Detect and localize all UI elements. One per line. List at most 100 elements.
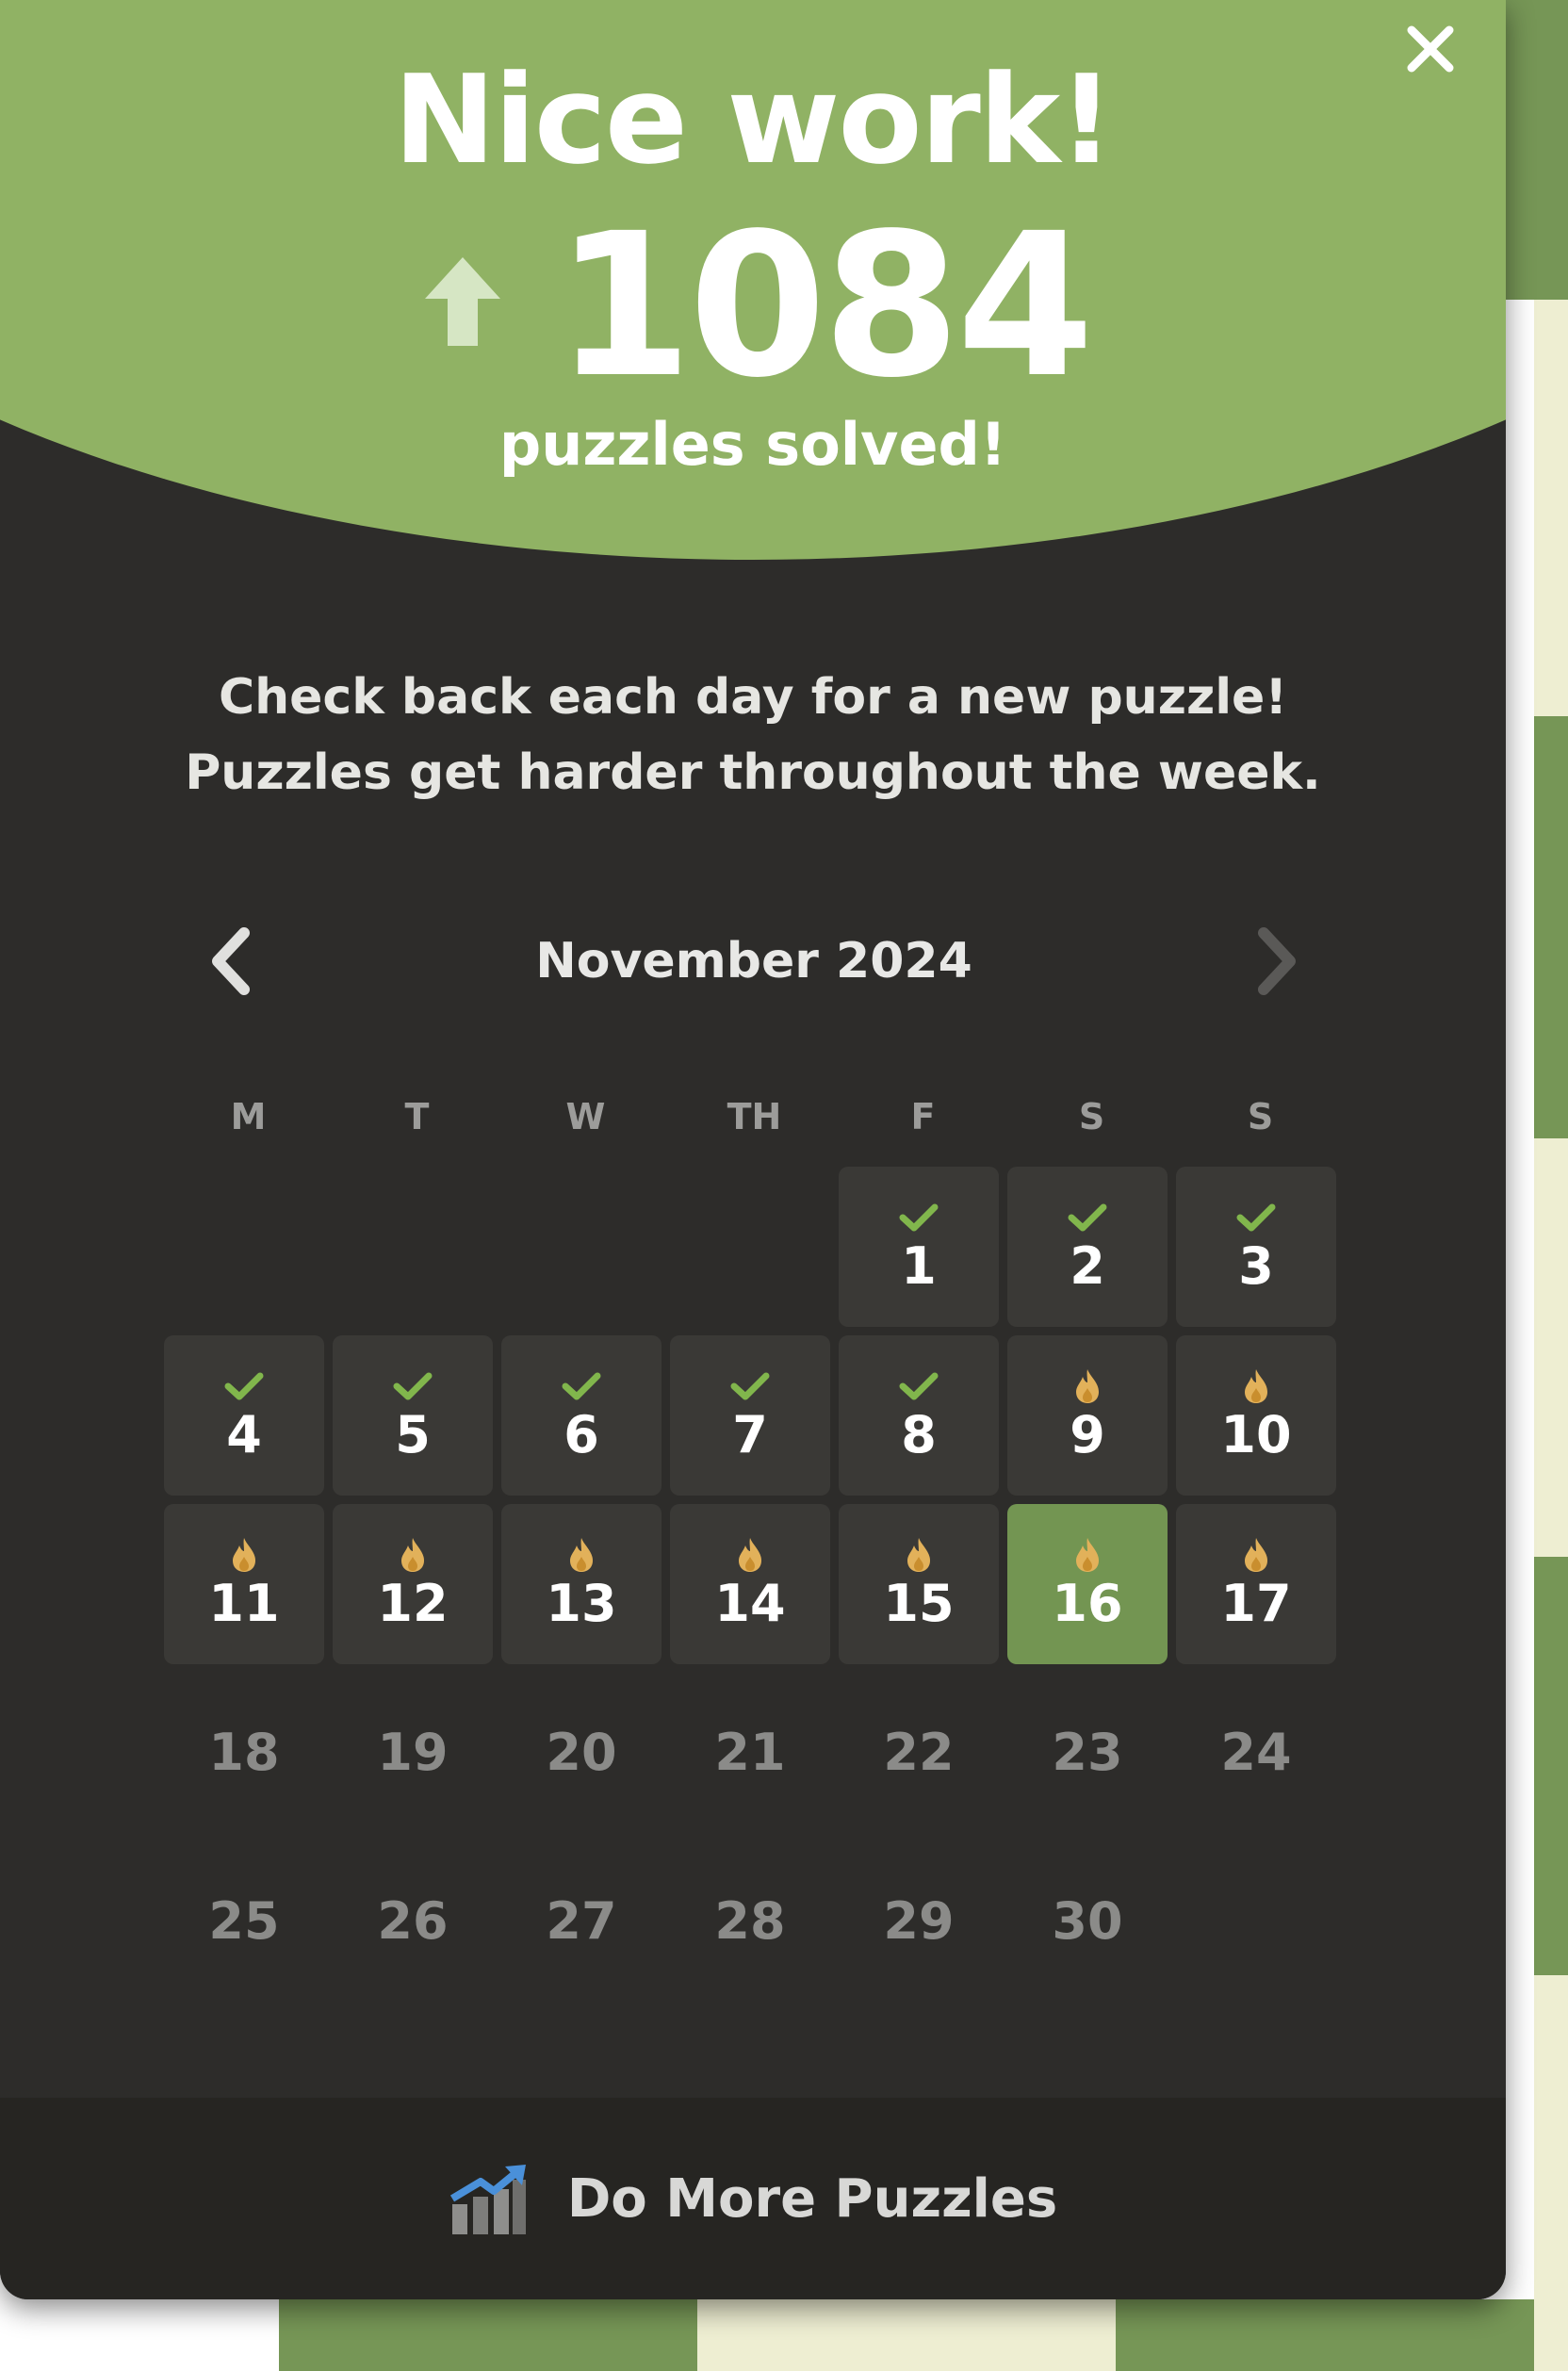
calendar-day[interactable]: 4 [164, 1335, 324, 1496]
calendar-day: 29 [839, 1841, 999, 2002]
flame-icon [1242, 1536, 1270, 1574]
check-icon [1067, 1199, 1108, 1236]
calendar-day[interactable]: 7 [670, 1335, 830, 1496]
day-number: 10 [1220, 1405, 1292, 1464]
solved-count-label: puzzles solved! [498, 410, 1007, 479]
calendar-day[interactable]: 3 [1176, 1167, 1336, 1327]
do-more-puzzles-button[interactable]: Do More Puzzles [0, 2098, 1506, 2299]
check-icon [898, 1367, 939, 1405]
calendar-day[interactable]: 15 [839, 1504, 999, 1664]
flame-icon [399, 1536, 427, 1574]
day-number: 17 [1220, 1574, 1292, 1633]
next-month-button[interactable] [1234, 919, 1319, 1004]
solved-count-row: 1084 [0, 203, 1506, 410]
flame-icon [736, 1536, 764, 1574]
calendar-grid: 1 2 3 4 5 6 7 8 9 10 11 12 13 14 15 16 17 18 19 20 21 22 23 24 2… [164, 1167, 1340, 2002]
calendar-day: 20 [501, 1673, 662, 1833]
day-number: 25 [208, 1891, 280, 1951]
weekday-label: TH [727, 1096, 782, 1137]
day-number: 18 [208, 1723, 280, 1782]
day-number: 16 [1052, 1574, 1123, 1633]
check-icon [898, 1199, 939, 1236]
calendar-day: 26 [333, 1841, 493, 2002]
day-number: 2 [1070, 1236, 1105, 1296]
calendar-day: 27 [501, 1841, 662, 2002]
chart-up-icon [449, 2165, 526, 2234]
info-message-line-1: Check back each day for a new puzzle! [218, 669, 1288, 726]
day-number: 15 [883, 1574, 955, 1633]
day-number: 14 [714, 1574, 786, 1633]
flame-icon [1073, 1536, 1102, 1574]
weekday-label: T [404, 1096, 430, 1137]
chevron-right-icon [1258, 927, 1296, 995]
calendar-day: 24 [1176, 1673, 1336, 1833]
check-icon [1235, 1199, 1277, 1236]
day-number: 29 [883, 1891, 955, 1951]
day-number: 30 [1052, 1891, 1123, 1951]
day-number: 26 [377, 1891, 449, 1951]
calendar-day: 22 [839, 1673, 999, 1833]
day-number: 5 [395, 1405, 431, 1464]
day-number: 7 [732, 1405, 768, 1464]
calendar-day[interactable]: 5 [333, 1335, 493, 1496]
weekday-label: S [1247, 1096, 1274, 1137]
solved-count: 1084 [554, 190, 1094, 421]
info-message: Check back each day for a new puzzle! Pu… [0, 660, 1506, 810]
day-number: 13 [546, 1574, 617, 1633]
day-number: 19 [377, 1723, 449, 1782]
calendar-day[interactable]: 1 [839, 1167, 999, 1327]
day-number: 22 [883, 1723, 955, 1782]
check-icon [392, 1367, 433, 1405]
empty-cell [670, 1167, 830, 1327]
weekday-label: F [910, 1096, 936, 1137]
empty-cell [501, 1167, 662, 1327]
calendar-day[interactable]: 8 [839, 1335, 999, 1496]
check-icon [729, 1367, 771, 1405]
weekday-label: S [1078, 1096, 1105, 1137]
calendar-day-today[interactable]: 16 [1007, 1504, 1168, 1664]
day-number: 24 [1220, 1723, 1292, 1782]
calendar-day[interactable]: 17 [1176, 1504, 1336, 1664]
flame-icon [567, 1536, 596, 1574]
calendar-header: November 2024 [188, 919, 1319, 1004]
day-number: 12 [377, 1574, 449, 1633]
calendar-day[interactable]: 12 [333, 1504, 493, 1664]
day-number: 21 [714, 1723, 786, 1782]
day-number: 6 [564, 1405, 599, 1464]
flame-icon [905, 1536, 933, 1574]
check-icon [223, 1367, 265, 1405]
month-label: November 2024 [535, 933, 972, 989]
weekday-label: W [565, 1096, 606, 1137]
day-number: 11 [208, 1574, 280, 1633]
calendar-day[interactable]: 6 [501, 1335, 662, 1496]
day-number: 8 [901, 1405, 937, 1464]
day-number: 1 [901, 1236, 937, 1296]
calendar-day[interactable]: 2 [1007, 1167, 1168, 1327]
calendar-day[interactable]: 11 [164, 1504, 324, 1664]
footer-label: Do More Puzzles [566, 2167, 1058, 2230]
previous-month-button[interactable] [188, 919, 273, 1004]
day-number: 9 [1070, 1405, 1105, 1464]
calendar-day[interactable]: 10 [1176, 1335, 1336, 1496]
calendar-day: 25 [164, 1841, 324, 2002]
calendar-day[interactable]: 14 [670, 1504, 830, 1664]
calendar-day: 23 [1007, 1673, 1168, 1833]
arrow-up-icon [424, 257, 500, 346]
calendar-day[interactable]: 9 [1007, 1335, 1168, 1496]
puzzle-complete-modal: Nice work! 1084 puzzles solved! Check ba… [0, 0, 1506, 2299]
headline: Nice work! [393, 48, 1114, 191]
flame-icon [1073, 1367, 1102, 1405]
calendar-day: 18 [164, 1673, 324, 1833]
info-message-line-2: Puzzles get harder throughout the week. [185, 744, 1321, 801]
calendar-day[interactable]: 13 [501, 1504, 662, 1664]
calendar-day: 19 [333, 1673, 493, 1833]
flame-icon [1242, 1367, 1270, 1405]
day-number: 27 [546, 1891, 617, 1951]
day-number: 28 [714, 1891, 786, 1951]
day-number: 3 [1238, 1236, 1274, 1296]
day-number: 23 [1052, 1723, 1123, 1782]
empty-cell [333, 1167, 493, 1327]
calendar-day: 30 [1007, 1841, 1168, 2002]
calendar-day: 28 [670, 1841, 830, 2002]
weekday-header-row: M T W TH F S S [164, 1093, 1340, 1140]
